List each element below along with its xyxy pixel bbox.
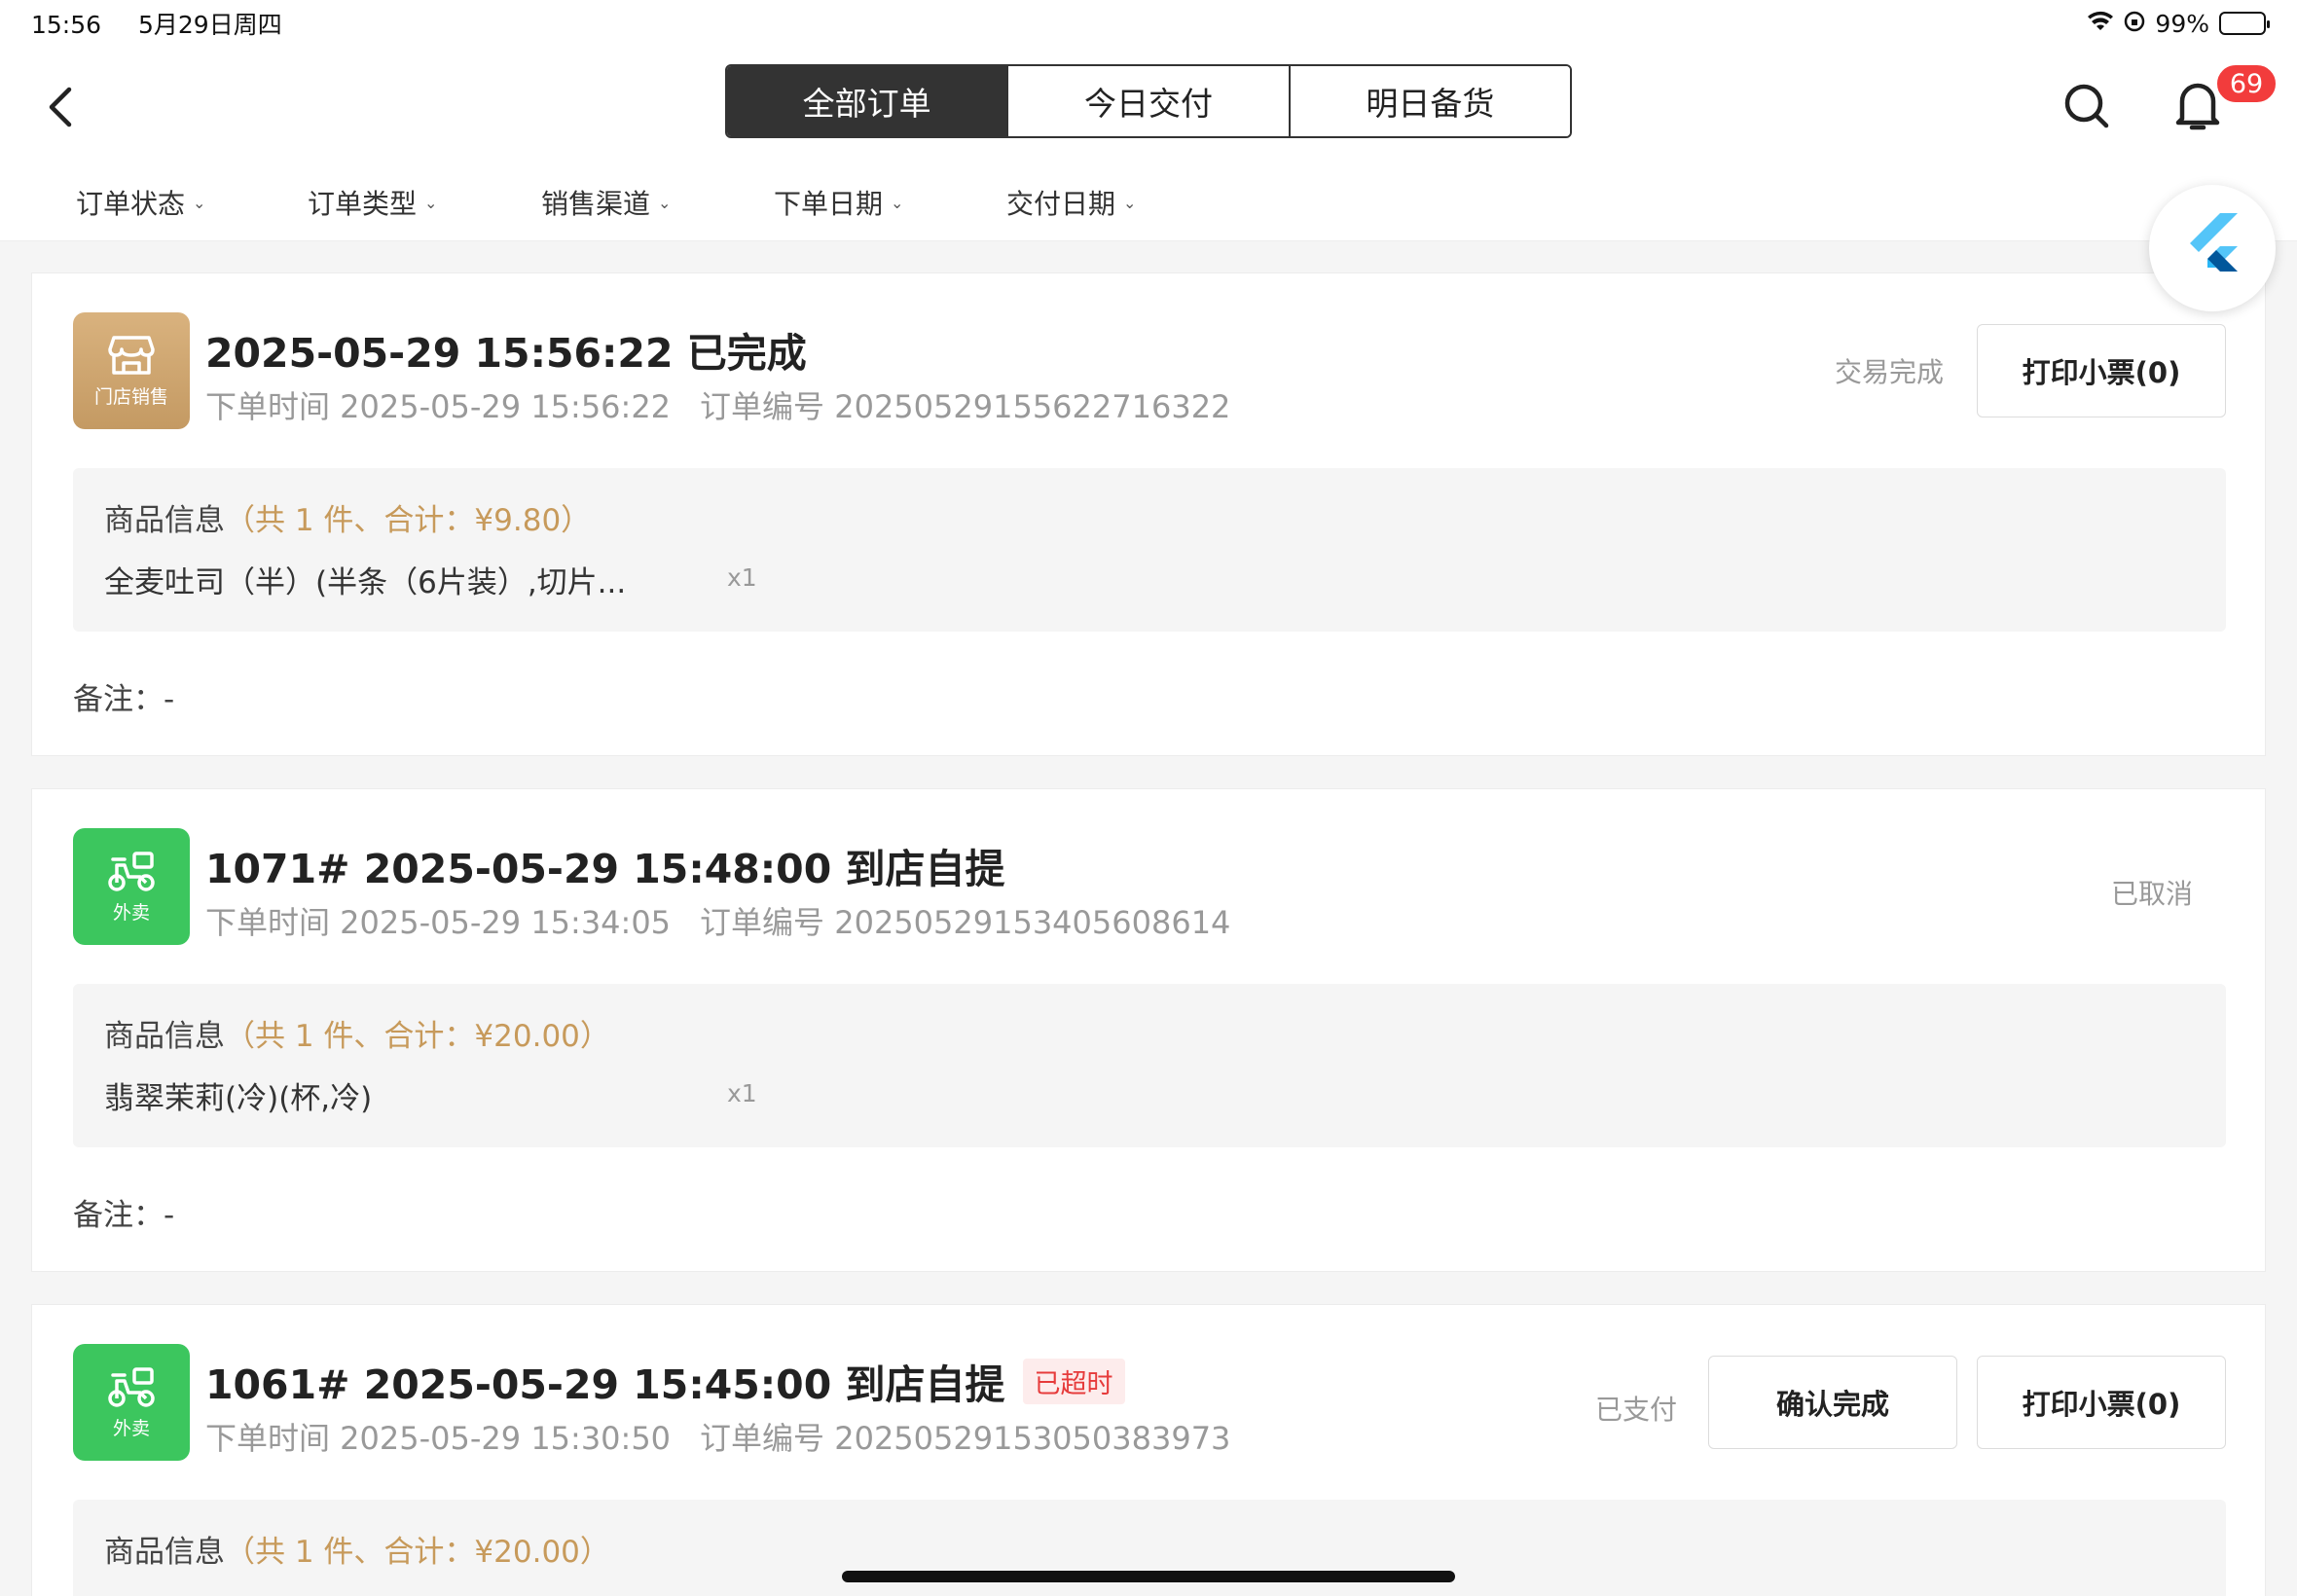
order-type-label: 外卖: [112, 901, 150, 924]
goods-info: 商品信息（共 1 件、合计：¥20.00） 翡翠茉莉(冷)(杯,冷) x1: [73, 984, 2226, 1147]
filter-order-date[interactable]: 下单日期 ⌄: [774, 173, 903, 232]
battery-percent: 99%: [2155, 9, 2209, 38]
tab-all-orders[interactable]: 全部订单: [727, 66, 1009, 136]
goods-item-name: 全麦吐司（半）(半条（6片装）,切片...: [104, 565, 627, 600]
delivery-scooter-icon: [108, 851, 155, 891]
filter-label: 交付日期: [1006, 188, 1116, 220]
tab-today-delivery[interactable]: 今日交付: [1008, 66, 1291, 136]
chevron-down-icon: ⌄: [1123, 193, 1137, 212]
order-title-text: 1061# 2025-05-29 15:45:00 到店自提: [205, 1361, 1005, 1408]
filter-sales-channel[interactable]: 销售渠道 ⌄: [541, 173, 671, 232]
orientation-lock-icon: [2124, 10, 2145, 38]
chevron-down-icon: ⌄: [424, 193, 438, 212]
goods-item-qty: x1: [727, 563, 757, 592]
wifi-icon: [2087, 10, 2114, 38]
order-title: 2025-05-29 15:56:22 已完成: [205, 330, 807, 377]
order-card[interactable]: 外卖 1071# 2025-05-29 15:48:00 到店自提 下单时间 2…: [31, 788, 2266, 1272]
goods-info: 商品信息（共 1 件、合计：¥9.80） 全麦吐司（半）(半条（6片装）,切片.…: [73, 468, 2226, 632]
goods-header: 商品信息（共 1 件、合计：¥9.80）: [104, 495, 591, 539]
order-status: 已取消: [2111, 878, 2194, 910]
order-meta: 下单时间 2025-05-29 15:56:22 订单编号 20250529155…: [205, 382, 1230, 427]
order-time: 下单时间 2025-05-29 15:56:22: [205, 388, 672, 425]
status-date: 5月29日周四: [138, 11, 282, 39]
goods-header: 商品信息（共 1 件、合计：¥20.00）: [104, 1527, 610, 1571]
filter-label: 销售渠道: [541, 188, 651, 220]
order-meta: 下单时间 2025-05-29 15:34:05 订单编号 20250529153…: [205, 898, 1230, 943]
goods-label: 商品信息: [104, 1535, 225, 1570]
battery-icon: [2219, 12, 2270, 35]
confirm-complete-button[interactable]: 确认完成: [1708, 1356, 1957, 1449]
goods-label: 商品信息: [104, 1019, 225, 1054]
search-icon: [2064, 84, 2109, 128]
chevron-left-icon: [49, 87, 72, 127]
filter-label: 订单状态: [76, 188, 186, 220]
chevron-down-icon: ⌄: [193, 193, 206, 212]
order-type-label: 外卖: [112, 1417, 150, 1439]
order-remark: 备注：-: [73, 682, 175, 717]
chevron-down-icon: ⌄: [891, 193, 904, 212]
order-number: 订单编号 2025052915305038397​3: [700, 1420, 1231, 1457]
filter-order-type[interactable]: 订单类型 ⌄: [308, 173, 437, 232]
order-title: 1071# 2025-05-29 15:48:00 到店自提: [205, 846, 1005, 892]
order-meta: 下单时间 2025-05-29 15:30:50 订单编号 20250529153…: [205, 1414, 1230, 1459]
status-bar-right: 99%: [2087, 9, 2270, 38]
order-time: 下单时间 2025-05-29 15:34:05: [205, 904, 672, 941]
flutter-logo-icon: [2190, 213, 2238, 272]
order-time: 下单时间 2025-05-29 15:30:50: [205, 1420, 672, 1457]
filter-delivery-date[interactable]: 交付日期 ⌄: [1006, 173, 1136, 232]
tab-tomorrow-stock[interactable]: 明日备货: [1290, 66, 1570, 136]
status-bar-left: 15:56 5月29日周四: [31, 6, 311, 41]
order-status: 交易完成: [1835, 356, 1945, 388]
status-time: 15:56: [31, 11, 102, 39]
flutter-inspector-button[interactable]: [2149, 185, 2276, 311]
header: 全部订单 今日交付 明日备货 69 订单状态 ⌄ 订单类型 ⌄ 销售渠道 ⌄ 下单日期…: [0, 47, 2297, 241]
status-bar: 15:56 5月29日周四 99%: [0, 0, 2297, 47]
search-button[interactable]: [2061, 76, 2112, 134]
filter-label: 订单类型: [308, 188, 418, 220]
order-type-tile: 外卖: [73, 828, 190, 945]
notification-badge: 69: [2214, 62, 2279, 105]
back-button[interactable]: [39, 78, 82, 136]
goods-header: 商品信息（共 1 件、合计：¥20.00）: [104, 1011, 610, 1055]
goods-summary: （共 1 件、合计：¥20.00）: [225, 1019, 610, 1054]
filter-label: 下单日期: [774, 188, 884, 220]
print-receipt-button[interactable]: 打印小票(0): [1977, 1356, 2226, 1449]
order-number: 订单编号 2025052915340560861​4: [700, 904, 1231, 941]
home-indicator[interactable]: [842, 1571, 1455, 1582]
store-icon: [108, 335, 155, 375]
chevron-down-icon: ⌄: [658, 193, 672, 212]
order-tabs: 全部订单 今日交付 明日备货: [725, 64, 1572, 138]
filter-order-status[interactable]: 订单状态 ⌄: [76, 173, 205, 232]
overdue-badge: 已超时: [1022, 1358, 1125, 1404]
goods-summary: （共 1 件、合计：¥20.00）: [225, 1535, 610, 1570]
order-type-tile: 门店销售: [73, 312, 190, 429]
order-number: 订单编号 2025052915562271632​2: [700, 388, 1231, 425]
print-receipt-button[interactable]: 打印小票(0): [1977, 324, 2226, 417]
goods-summary: （共 1 件、合计：¥9.80）: [225, 503, 592, 538]
order-remark: 备注：-: [73, 1198, 175, 1233]
order-status: 已支付: [1595, 1394, 1678, 1426]
delivery-scooter-icon: [108, 1366, 155, 1407]
order-card[interactable]: 外卖 1061# 2025-05-29 15:45:00 到店自提 已超时 下单…: [31, 1304, 2266, 1596]
order-type-tile: 外卖: [73, 1344, 190, 1461]
order-card[interactable]: 门店销售 2025-05-29 15:56:22 已完成 下单时间 2025-0…: [31, 272, 2266, 756]
goods-label: 商品信息: [104, 503, 225, 538]
goods-item-qty: x1: [727, 1079, 757, 1107]
goods-item-name: 翡翠茉莉(冷)(杯,冷): [104, 1081, 373, 1116]
order-title: 1061# 2025-05-29 15:45:00 到店自提 已超时: [205, 1352, 1125, 1410]
order-type-label: 门店销售: [93, 385, 168, 408]
